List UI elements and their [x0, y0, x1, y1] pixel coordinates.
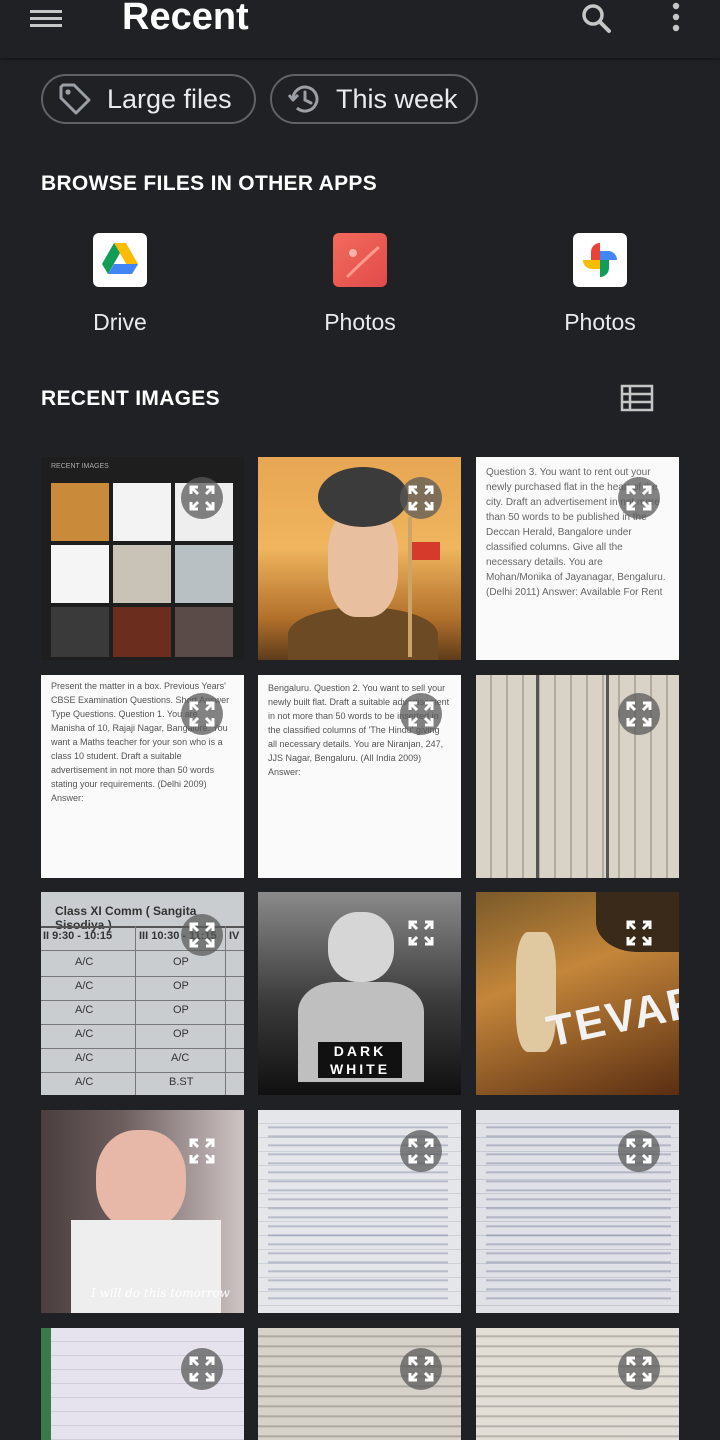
large-files-chip[interactable]: Large files: [41, 74, 256, 124]
google-drive-icon: [93, 233, 147, 287]
poster-title: TEVAR: [542, 976, 679, 1057]
large-files-label: Large files: [107, 83, 232, 114]
table-cell: A/C: [75, 956, 94, 968]
image-thumbnail-3[interactable]: Question 3. You want to rent out your ne…: [476, 457, 679, 660]
table-cell: OP: [173, 1028, 189, 1040]
table-cell: A/C: [171, 1052, 190, 1064]
table-cell: OP: [173, 980, 189, 992]
image-thumbnail-15[interactable]: [476, 1328, 679, 1440]
image-thumbnail-13[interactable]: [41, 1328, 244, 1440]
hamburger-menu-icon[interactable]: [30, 6, 66, 32]
expand-icon[interactable]: [400, 693, 442, 735]
app-gallery-photos[interactable]: Photos: [280, 233, 440, 336]
more-options-icon[interactable]: [662, 2, 690, 34]
image-thumbnail-14[interactable]: [258, 1328, 461, 1440]
google-photos-icon: [573, 233, 627, 287]
tag-icon: [59, 83, 91, 115]
image-thumbnail-8[interactable]: DARK WHITE: [258, 892, 461, 1095]
expand-icon[interactable]: [618, 1348, 660, 1390]
image-thumbnail-11[interactable]: [258, 1110, 461, 1313]
table-cell: A/C: [75, 1076, 94, 1088]
table-cell: A/C: [75, 1004, 94, 1016]
table-cell: A/C: [75, 980, 94, 992]
top-app-bar: Recent: [0, 0, 720, 58]
expand-icon[interactable]: [618, 912, 660, 954]
table-cell: II 9:30 - 10:15: [43, 930, 113, 942]
expand-icon[interactable]: [400, 912, 442, 954]
expand-icon[interactable]: [181, 693, 223, 735]
expand-icon[interactable]: [181, 477, 223, 519]
selfie-caption: I will do this tomorrow: [91, 1286, 230, 1300]
this-week-chip[interactable]: This week: [270, 74, 478, 124]
expand-icon[interactable]: [400, 1348, 442, 1390]
gallery-photos-icon: [333, 233, 387, 287]
recent-images-heading: RECENT IMAGES: [41, 387, 220, 410]
image-thumbnail-5[interactable]: Bengaluru. Question 2. You want to sell …: [258, 675, 461, 878]
expand-icon[interactable]: [181, 1348, 223, 1390]
table-cell: OP: [173, 1004, 189, 1016]
table-cell: OP: [173, 956, 189, 968]
expand-icon[interactable]: [400, 1130, 442, 1172]
app-google-photos-label: Photos: [564, 309, 636, 335]
app-google-photos[interactable]: Photos: [520, 233, 680, 336]
app-gallery-photos-label: Photos: [324, 309, 396, 335]
image-thumbnail-10[interactable]: I will do this tomorrow: [41, 1110, 244, 1313]
expand-icon[interactable]: [181, 1130, 223, 1172]
image-thumbnail-12[interactable]: [476, 1110, 679, 1313]
expand-icon[interactable]: [400, 477, 442, 519]
this-week-label: This week: [336, 83, 458, 114]
search-icon[interactable]: [578, 0, 614, 36]
expand-icon[interactable]: [618, 477, 660, 519]
table-cell: A/C: [75, 1028, 94, 1040]
app-drive[interactable]: Drive: [40, 233, 200, 336]
history-icon: [287, 85, 319, 113]
table-cell: IV: [229, 930, 240, 942]
image-thumbnail-2[interactable]: [258, 457, 461, 660]
expand-icon[interactable]: [181, 914, 223, 956]
table-cell: B.ST: [169, 1076, 194, 1088]
expand-icon[interactable]: [618, 693, 660, 735]
app-drive-label: Drive: [93, 309, 147, 335]
expand-icon[interactable]: [618, 1130, 660, 1172]
image-thumbnail-9[interactable]: TEVAR: [476, 892, 679, 1095]
page-title: Recent: [122, 0, 249, 38]
poster-title: DARK WHITE: [318, 1042, 402, 1078]
image-thumbnail-4[interactable]: Present the matter in a box. Previous Ye…: [41, 675, 244, 878]
image-thumbnail-1[interactable]: RECENT IMAGES: [41, 457, 244, 660]
image-thumbnail-7[interactable]: Class XI Comm ( Sangita Sisodiya ) II 9:…: [41, 892, 244, 1095]
browse-apps-heading: BROWSE FILES IN OTHER APPS: [41, 172, 378, 195]
thumbnail-caption: RECENT IMAGES: [51, 463, 109, 470]
image-thumbnail-6[interactable]: [476, 675, 679, 878]
table-cell: A/C: [75, 1052, 94, 1064]
list-view-icon[interactable]: [620, 383, 654, 413]
